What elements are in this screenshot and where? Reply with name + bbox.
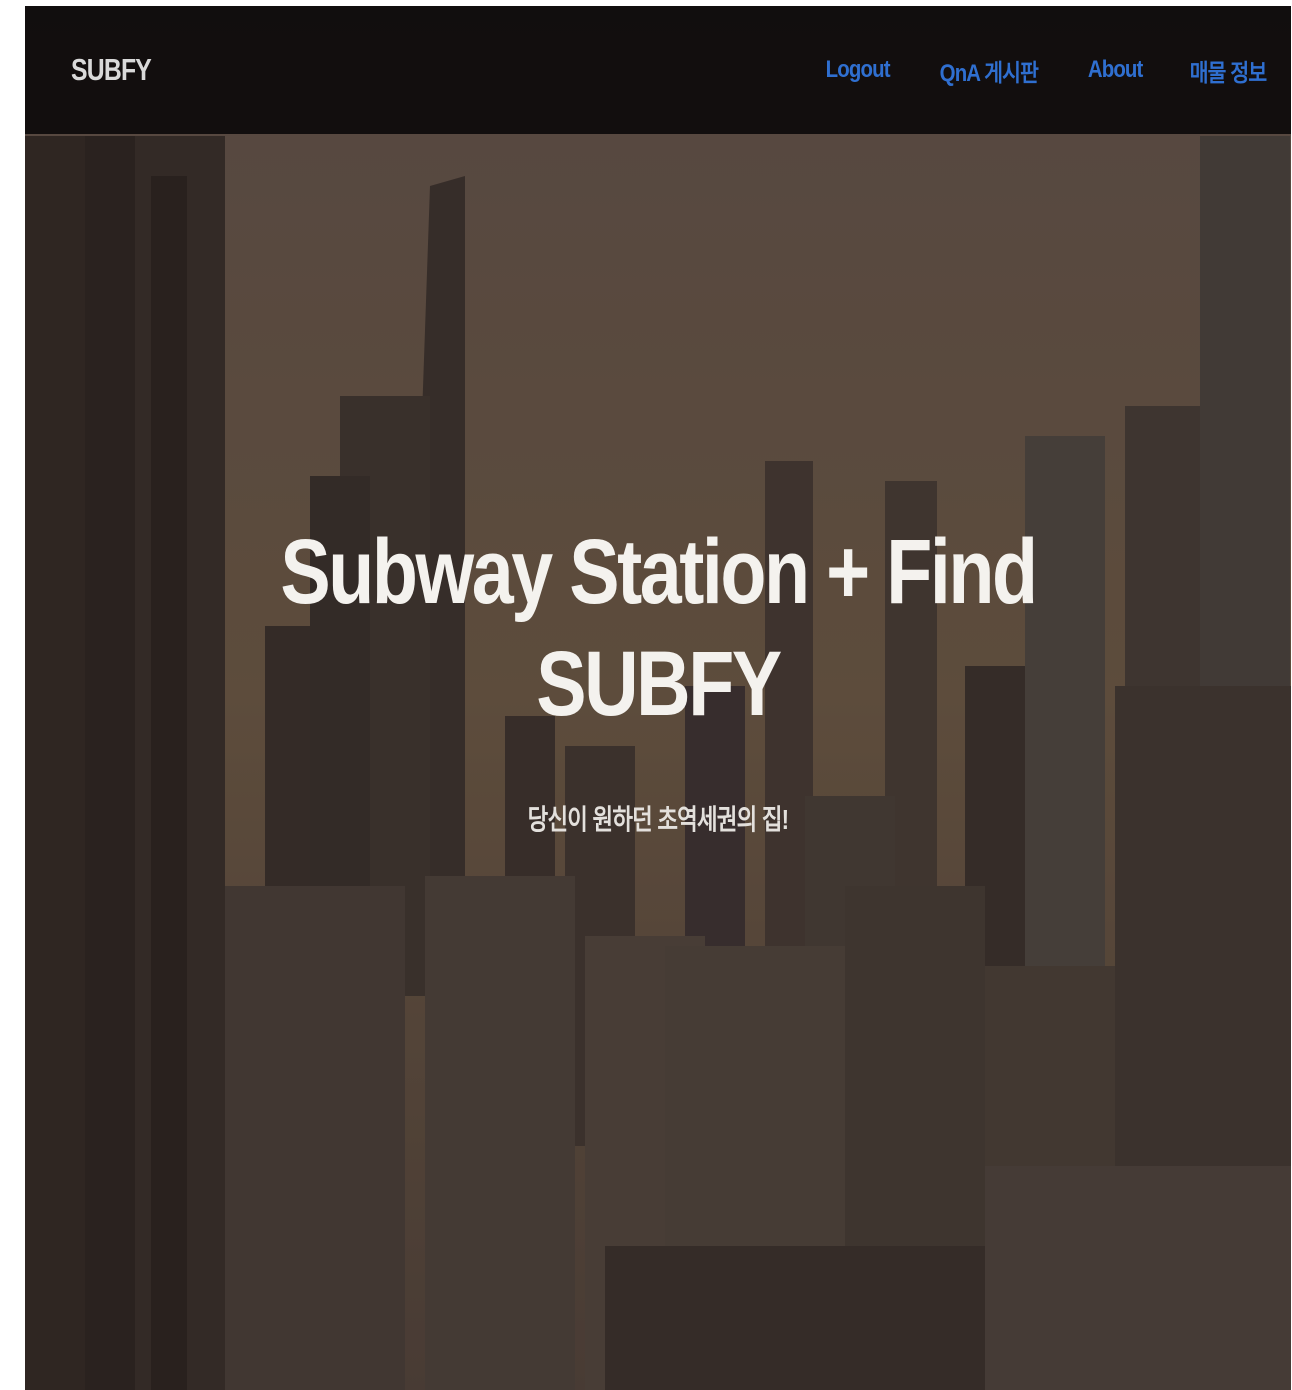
nav-logout-link[interactable]: Logout: [825, 56, 890, 84]
hero-subtitle: 당신이 원하던 초역세권의 집!: [527, 804, 789, 835]
hero-title: Subway Station + Find SUBFY: [139, 516, 1177, 740]
nav-about-link[interactable]: About: [1088, 56, 1144, 84]
nav-listings-link[interactable]: 매물 정보: [1190, 53, 1267, 88]
nav-qna-board-link[interactable]: QnA 게시판: [940, 53, 1039, 88]
top-navbar: SUBFY Logout QnA 게시판 About 매물 정보: [25, 6, 1291, 134]
hero-title-line1: Subway Station + Find: [280, 521, 1038, 623]
brand-logo-link[interactable]: SUBFY: [71, 52, 152, 88]
nav-links: Logout QnA 게시판 About 매물 정보: [820, 53, 1273, 88]
hero-title-line2: SUBFY: [536, 633, 782, 735]
hero-section: Subway Station + Find SUBFY 당신이 원하던 초역세권…: [25, 516, 1291, 838]
landing-page: SUBFY Logout QnA 게시판 About 매물 정보 Subway …: [25, 6, 1291, 1390]
